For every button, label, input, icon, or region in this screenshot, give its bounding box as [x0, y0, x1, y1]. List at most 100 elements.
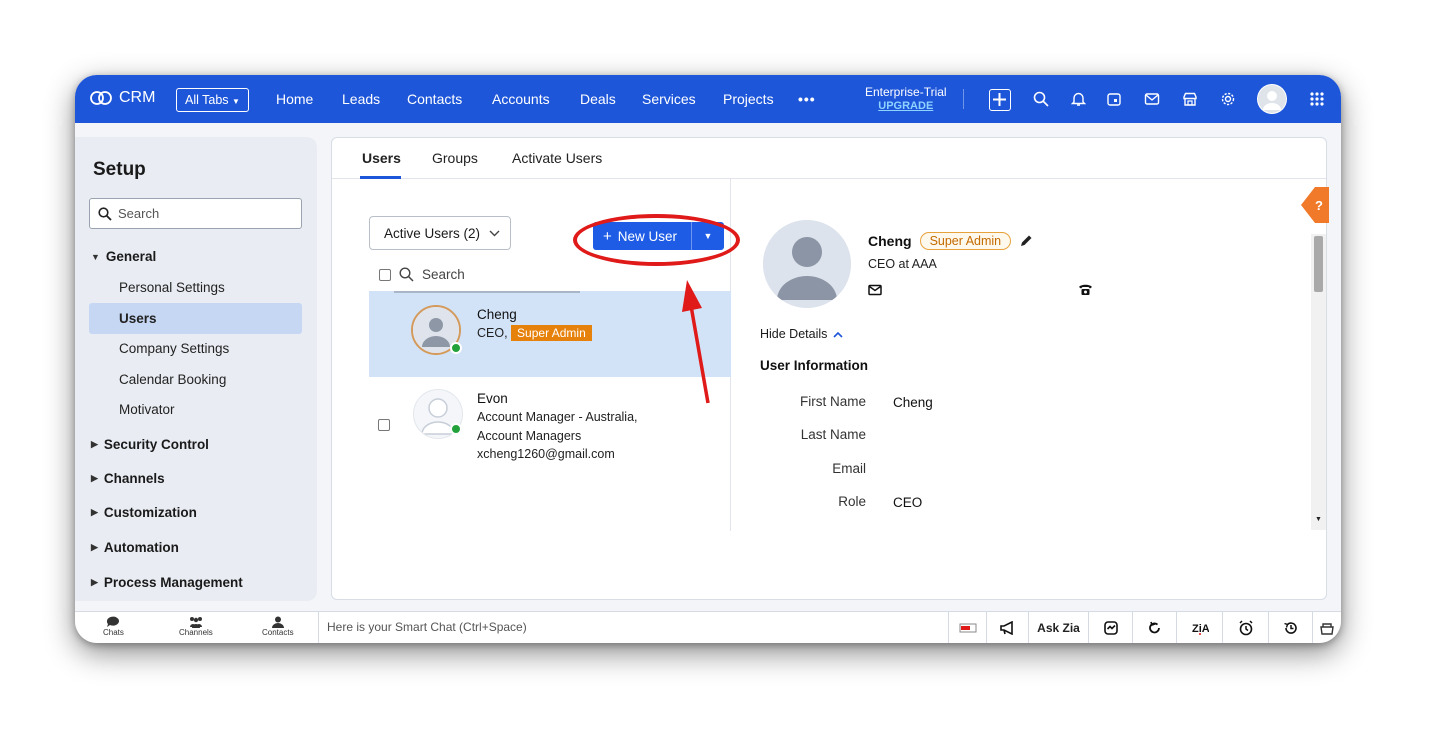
help-icon[interactable]: ?	[1301, 187, 1329, 223]
contacts-label: Contacts	[262, 628, 294, 637]
sidebar-item-personal-settings[interactable]: Personal Settings	[119, 280, 225, 295]
nav-deals[interactable]: Deals	[580, 91, 616, 107]
upgrade-link[interactable]: UPGRADE	[865, 99, 947, 113]
field-value-role[interactable]: CEO	[893, 495, 922, 510]
scrollbar-thumb[interactable]	[1314, 236, 1323, 292]
channels-shortcut[interactable]: Channels	[179, 616, 213, 637]
user-detail-avatar	[763, 220, 851, 308]
svg-text:?: ?	[1315, 198, 1323, 213]
nav-projects[interactable]: Projects	[723, 91, 774, 107]
user-search-placeholder[interactable]: Search	[422, 267, 465, 282]
nav-services[interactable]: Services	[642, 91, 696, 107]
user-title-line1: Account Manager - Australia,	[477, 410, 638, 424]
tab-bar: Users Groups Activate Users	[332, 138, 1326, 179]
avatar[interactable]	[1257, 84, 1287, 114]
contacts-shortcut[interactable]: Contacts	[262, 616, 294, 637]
top-navigation-bar: CRM All Tabs ▼ Home Leads Contacts Accou…	[75, 75, 1341, 123]
sidebar-search-placeholder: Search	[118, 206, 160, 221]
tab-activate-users[interactable]: Activate Users	[512, 150, 602, 166]
field-label-email: Email	[832, 461, 866, 476]
scroll-down-arrow-icon[interactable]: ▼	[1315, 516, 1322, 523]
app-window: CRM All Tabs ▼ Home Leads Contacts Accou…	[75, 75, 1341, 643]
user-title-line2: Account Managers	[477, 429, 582, 443]
sidebar-item-calendar-booking[interactable]: Calendar Booking	[119, 372, 226, 387]
hide-details-toggle[interactable]: Hide Details	[760, 327, 843, 341]
field-value-first-name[interactable]: Cheng	[893, 395, 933, 410]
plus-icon[interactable]	[989, 89, 1011, 111]
user-title: CEO,	[477, 326, 508, 340]
field-label-role: Role	[838, 494, 866, 509]
chat-bubble-icon	[107, 616, 120, 627]
ask-zia-button[interactable]: Ask Zia	[1028, 612, 1088, 643]
caret-right-icon: ▶	[91, 439, 98, 449]
sidebar-group-channels[interactable]: ▶ Channels	[91, 471, 165, 486]
sidebar-group-label: Channels	[103, 471, 165, 486]
field-label-last-name: Last Name	[800, 427, 866, 442]
search-icon[interactable]	[1031, 89, 1051, 109]
user-name[interactable]: Evon	[477, 391, 508, 406]
store-icon[interactable]	[1180, 89, 1200, 109]
channels-label: Channels	[179, 628, 213, 637]
calendar-icon[interactable]	[1104, 89, 1124, 109]
annotation-red-circle	[573, 214, 740, 266]
phone-icon[interactable]	[1078, 283, 1093, 296]
app-name: CRM	[119, 89, 156, 106]
history-icon[interactable]	[1268, 612, 1312, 643]
apps-grid-icon[interactable]	[1307, 89, 1327, 109]
bottom-bar: Chats Channels Contacts Here is your Sma…	[75, 611, 1341, 643]
user-information-heading: User Information	[760, 358, 869, 373]
user-name[interactable]: Cheng	[477, 307, 517, 322]
user-row-checkbox[interactable]	[378, 419, 390, 431]
sidebar-group-automation[interactable]: ▶ Automation	[91, 540, 179, 555]
select-all-checkbox[interactable]	[379, 268, 391, 281]
search-icon	[98, 206, 112, 221]
nav-accounts[interactable]: Accounts	[492, 91, 550, 107]
zia-icon[interactable]: ZiA	[1176, 612, 1222, 643]
crm-logo-icon	[90, 91, 112, 105]
user-list-header: Search	[379, 267, 465, 282]
sidebar-group-general[interactable]: ▼ General	[91, 249, 156, 264]
annotation-red-arrow	[682, 280, 710, 404]
sidebar-group-security-control[interactable]: ▶ Security Control	[91, 437, 209, 452]
user-detail-header: Cheng Super Admin	[868, 232, 1033, 250]
all-tabs-dropdown[interactable]: All Tabs ▼	[176, 88, 249, 112]
gear-icon[interactable]	[1218, 89, 1238, 109]
crm-logo[interactable]: CRM	[89, 89, 155, 107]
sidebar-item-users[interactable]: Users	[119, 311, 157, 326]
chevron-up-icon	[833, 331, 843, 338]
active-users-filter[interactable]: Active Users (2)	[369, 216, 511, 250]
tray-icon[interactable]	[1312, 612, 1341, 643]
person-icon	[271, 616, 284, 628]
more-tabs-icon[interactable]: •••	[798, 91, 816, 107]
sidebar-group-customization[interactable]: ▶ Customization	[91, 505, 197, 520]
pencil-icon[interactable]	[1019, 234, 1033, 248]
refresh-icon[interactable]	[1132, 612, 1176, 643]
chevron-down-icon: ▼	[232, 97, 240, 106]
nav-home[interactable]: Home	[276, 91, 313, 107]
alarm-clock-icon[interactable]	[1222, 612, 1268, 643]
nav-leads[interactable]: Leads	[342, 91, 380, 107]
sidebar-item-motivator[interactable]: Motivator	[119, 402, 175, 417]
hide-details-label: Hide Details	[760, 327, 828, 341]
chats-label: Chats	[103, 628, 124, 637]
sidebar-search-input[interactable]: Search	[89, 198, 302, 229]
all-tabs-label: All Tabs	[185, 93, 229, 107]
smart-chat-input[interactable]: Here is your Smart Chat (Ctrl+Space)	[318, 612, 948, 643]
megaphone-icon[interactable]	[986, 612, 1028, 643]
nav-contacts[interactable]: Contacts	[407, 91, 462, 107]
field-label-first-name: First Name	[799, 394, 866, 409]
tab-groups[interactable]: Groups	[432, 150, 478, 166]
caret-right-icon: ▶	[91, 542, 98, 552]
caret-down-icon: ▼	[91, 251, 100, 262]
sidebar-group-label: Process Management	[103, 575, 243, 590]
setup-title: Setup	[93, 159, 146, 180]
flag-icon[interactable]	[948, 612, 986, 643]
activity-icon[interactable]	[1088, 612, 1132, 643]
chats-shortcut[interactable]: Chats	[103, 616, 124, 637]
bell-icon[interactable]	[1068, 89, 1088, 109]
mail-icon[interactable]	[1142, 89, 1162, 109]
sidebar-group-process-management[interactable]: ▶ Process Management	[91, 575, 243, 590]
tab-users[interactable]: Users	[362, 150, 401, 166]
mail-icon[interactable]	[868, 284, 882, 296]
sidebar-item-company-settings[interactable]: Company Settings	[119, 341, 229, 356]
